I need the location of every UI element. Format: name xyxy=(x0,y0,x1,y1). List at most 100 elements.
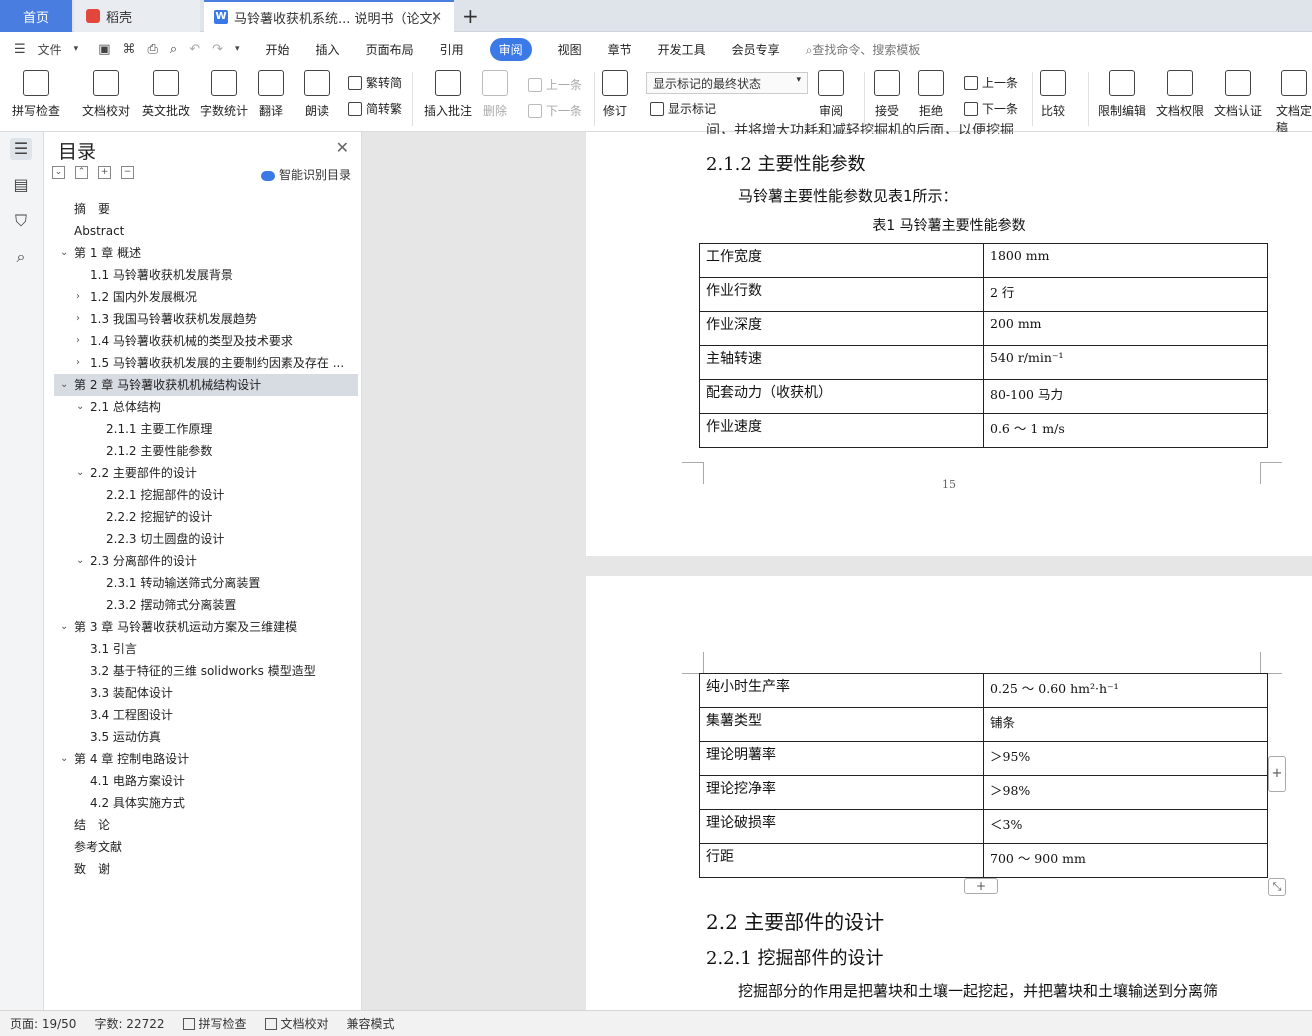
word-count-indicator[interactable]: 字数: 22722 xyxy=(94,1015,164,1032)
insert-comment-button[interactable]: 插入批注 xyxy=(424,70,472,119)
markup-state-select[interactable]: 显示标记的最终状态 ▾ xyxy=(646,72,808,94)
menu-start[interactable]: 开始 xyxy=(266,41,290,58)
prev-change-button[interactable]: 上一条 xyxy=(964,74,1018,91)
param-value-cell[interactable]: 200 mm xyxy=(983,311,1268,346)
chevron-down-icon[interactable]: ⌄ xyxy=(60,242,68,264)
toc-icon[interactable]: ☰ xyxy=(10,138,32,160)
menu-insert[interactable]: 插入 xyxy=(316,41,340,58)
toc-item[interactable]: ⌄ 2.2 主要部件的设计 xyxy=(54,462,358,484)
toc-item[interactable]: 2.3.2 摆动筛式分离装置 xyxy=(54,594,358,616)
toc-item[interactable]: › 1.2 国内外发展概况 xyxy=(54,286,358,308)
add-column-button[interactable]: + xyxy=(1268,756,1286,792)
toc-item[interactable]: 摘 要 xyxy=(54,198,358,220)
param-name-cell[interactable]: 作业深度 xyxy=(699,311,984,346)
param-value-cell[interactable]: ＜3% xyxy=(983,809,1268,844)
chevron-right-icon[interactable]: › xyxy=(76,330,80,352)
toc-item[interactable]: 2.2.1 挖掘部件的设计 xyxy=(54,484,358,506)
param-value-cell[interactable]: 2 行 xyxy=(983,277,1268,312)
toc-item[interactable]: 2.2.2 挖掘铲的设计 xyxy=(54,506,358,528)
command-search[interactable]: ⌕查找命令、搜索模板 xyxy=(806,41,921,58)
close-icon[interactable]: ✕ xyxy=(336,138,349,157)
param-value-cell[interactable]: 0.6 ～ 1 m/s xyxy=(983,413,1268,448)
menu-member[interactable]: 会员专享 xyxy=(732,41,780,58)
next-change-button[interactable]: 下一条 xyxy=(964,100,1018,117)
hamburger-icon[interactable]: ☰ xyxy=(14,42,26,57)
param-name-cell[interactable]: 理论破损率 xyxy=(699,809,984,844)
chevron-right-icon[interactable]: › xyxy=(76,308,80,330)
print-icon[interactable]: ⎙ xyxy=(148,42,158,57)
english-review-button[interactable]: 英文批改 xyxy=(142,70,190,119)
add-row-button[interactable]: + xyxy=(964,878,998,894)
toc-item[interactable]: 3.4 工程图设计 xyxy=(54,704,358,726)
collapse-all-icon[interactable]: ⌄ xyxy=(52,166,65,179)
param-value-cell[interactable]: ＞95% xyxy=(983,741,1268,776)
toc-item[interactable]: Abstract xyxy=(54,220,358,242)
toc-item[interactable]: 2.2.3 切土圆盘的设计 xyxy=(54,528,358,550)
bookmark-icon[interactable]: ⛉ xyxy=(10,210,32,232)
param-name-cell[interactable]: 工作宽度 xyxy=(699,243,984,278)
param-name-cell[interactable]: 理论明薯率 xyxy=(699,741,984,776)
doc-proof-button[interactable]: 文档校对 xyxy=(82,70,130,119)
param-value-cell[interactable]: 铺条 xyxy=(983,707,1268,742)
next-comment-button[interactable]: 下一条 xyxy=(528,102,582,119)
new-tab-icon[interactable]: + xyxy=(462,4,479,28)
menu-reference[interactable]: 引用 xyxy=(440,41,464,58)
toc-item[interactable]: 3.1 引言 xyxy=(54,638,358,660)
close-icon[interactable]: ✕ xyxy=(431,10,442,25)
customize-icon[interactable]: ▾ xyxy=(235,44,240,54)
menu-devtools[interactable]: 开发工具 xyxy=(658,41,706,58)
menu-review[interactable]: 审阅 xyxy=(489,37,532,61)
delete-comment-button[interactable]: 删除 xyxy=(482,70,508,119)
toc-item[interactable]: 1.1 马铃薯收获机发展背景 xyxy=(54,264,358,286)
compare-button[interactable]: 比较 xyxy=(1040,70,1066,119)
toc-item[interactable]: › 1.4 马铃薯收获机械的类型及技术要求 xyxy=(54,330,358,352)
toc-item[interactable]: 2.1.2 主要性能参数 xyxy=(54,440,358,462)
toc-item[interactable]: 3.5 运动仿真 xyxy=(54,726,358,748)
tab-daoke[interactable]: 稻壳 xyxy=(74,0,200,32)
toc-item[interactable]: 4.2 具体实施方式 xyxy=(54,792,358,814)
chevron-down-icon[interactable]: ▾ xyxy=(74,44,79,54)
review-pane-button[interactable]: 审阅 xyxy=(818,70,844,119)
remove-heading-icon[interactable]: − xyxy=(121,166,134,179)
print-preview-icon[interactable]: ⌕ xyxy=(170,42,177,57)
save-icon[interactable]: ▣ xyxy=(98,42,110,57)
show-markup-button[interactable]: 显示标记 xyxy=(650,100,716,117)
chevron-down-icon[interactable]: ⌄ xyxy=(76,396,84,418)
param-value-cell[interactable]: 1800 mm xyxy=(983,243,1268,278)
chevron-right-icon[interactable]: › xyxy=(76,352,80,374)
reject-button[interactable]: 拒绝 xyxy=(918,70,944,119)
param-name-cell[interactable]: 理论挖净率 xyxy=(699,775,984,810)
smart-toc-button[interactable]: 智能识别目录 xyxy=(260,166,351,183)
param-name-cell[interactable]: 集薯类型 xyxy=(699,707,984,742)
toc-item[interactable]: 3.2 基于特征的三维 solidworks 模型造型 xyxy=(54,660,358,682)
simp-to-trad-button[interactable]: 简转繁 xyxy=(348,100,402,117)
link-icon[interactable]: ⌘ xyxy=(123,42,136,57)
param-value-cell[interactable]: 80-100 马力 xyxy=(983,379,1268,414)
chevron-down-icon[interactable]: ⌄ xyxy=(76,550,84,572)
spell-check-toggle[interactable]: 拼写检查 xyxy=(182,1015,247,1032)
param-value-cell[interactable]: 0.25 ～ 0.60 hm²·h⁻¹ xyxy=(983,673,1268,708)
prev-comment-button[interactable]: 上一条 xyxy=(528,76,582,93)
accept-button[interactable]: 接受 xyxy=(874,70,900,119)
menu-layout[interactable]: 页面布局 xyxy=(366,41,414,58)
param-value-cell[interactable]: ＞98% xyxy=(983,775,1268,810)
trad-to-simp-button[interactable]: 繁转简 xyxy=(348,74,402,91)
menu-section[interactable]: 章节 xyxy=(608,41,632,58)
track-changes-button[interactable]: 修订 xyxy=(602,70,628,119)
chevron-right-icon[interactable]: › xyxy=(76,286,80,308)
tab-document[interactable]: W 马铃薯收获机系统... 说明书（论文） ✕ xyxy=(204,0,454,32)
restrict-edit-button[interactable]: 限制编辑 xyxy=(1098,70,1146,119)
doc-final-button[interactable]: 文档定稿 xyxy=(1276,70,1312,136)
resize-table-icon[interactable]: ⤡ xyxy=(1268,878,1286,896)
toc-item[interactable]: 3.3 装配体设计 xyxy=(54,682,358,704)
param-name-cell[interactable]: 纯小时生产率 xyxy=(699,673,984,708)
toc-item[interactable]: 4.1 电路方案设计 xyxy=(54,770,358,792)
chevron-down-icon[interactable]: ⌄ xyxy=(60,616,68,638)
toc-item[interactable]: ⌄ 第 4 章 控制电路设计 xyxy=(54,748,358,770)
tab-home[interactable]: 首页 xyxy=(0,0,72,32)
toc-item[interactable]: 2.1.1 主要工作原理 xyxy=(54,418,358,440)
param-name-cell[interactable]: 主轴转速 xyxy=(699,345,984,380)
chevron-down-icon[interactable]: ⌄ xyxy=(60,748,68,770)
chevron-down-icon[interactable]: ⌄ xyxy=(76,462,84,484)
param-value-cell[interactable]: 540 r/min⁻¹ xyxy=(983,345,1268,380)
